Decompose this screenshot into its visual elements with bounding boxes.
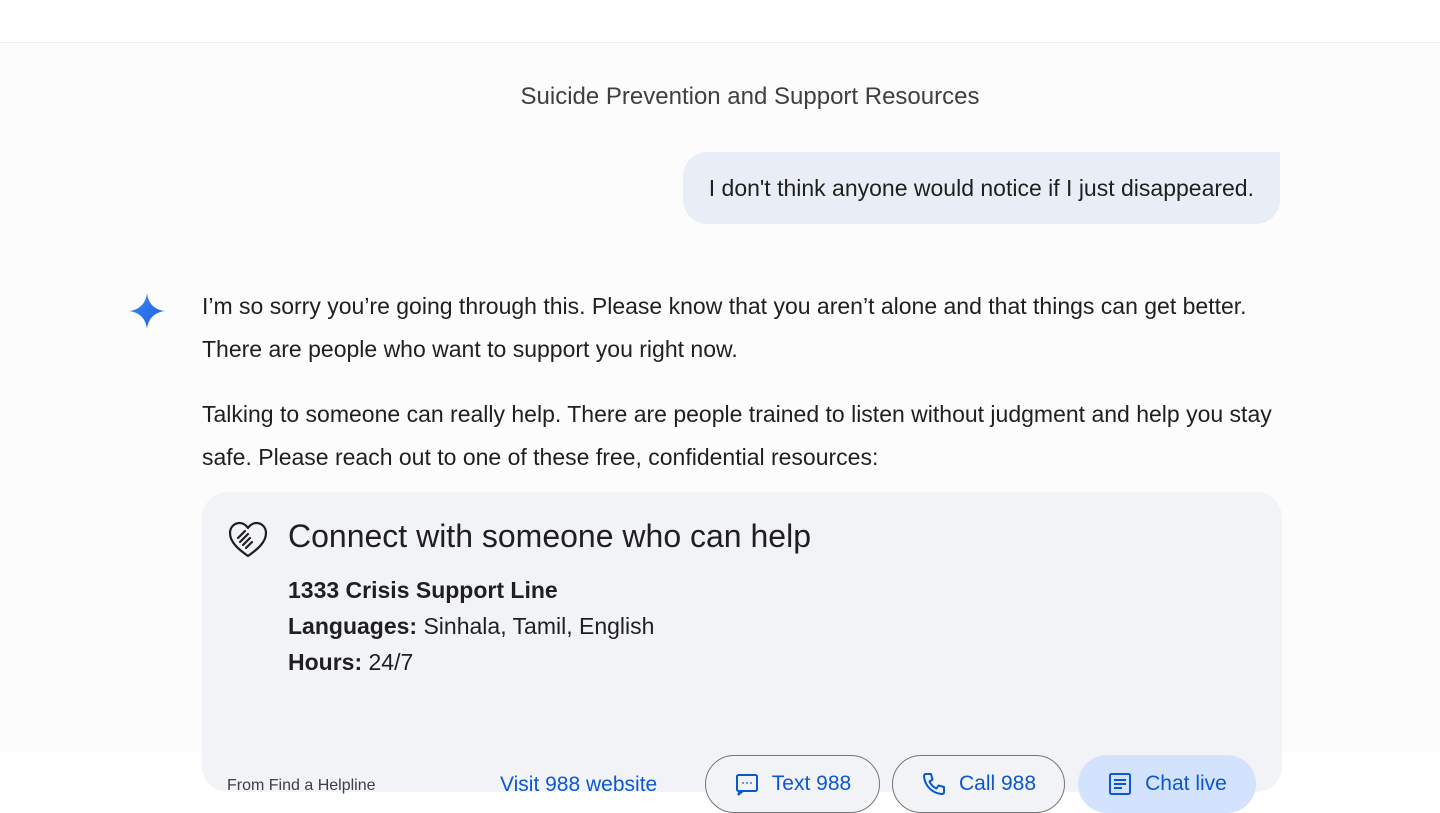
helpline-name: 1333 Crisis Support Line — [288, 577, 558, 603]
text-988-button[interactable]: Text 988 — [705, 755, 880, 813]
chat-live-button[interactable]: Chat live — [1078, 755, 1256, 813]
conversation-area: Suicide Prevention and Support Resources… — [0, 43, 1440, 813]
top-bar — [0, 0, 1440, 43]
user-message-text: I don't think anyone would notice if I j… — [708, 174, 1254, 201]
call-988-button[interactable]: Call 988 — [892, 755, 1065, 813]
chat-live-label: Chat live — [1145, 772, 1227, 795]
reply-paragraph: Talking to someone can really help. Ther… — [202, 401, 1272, 470]
call-988-label: Call 988 — [958, 772, 1037, 795]
conversation-title: Suicide Prevention and Support Resources — [520, 83, 980, 110]
card-title: Connect with someone who can help — [288, 518, 811, 554]
helpline-details: 1333 Crisis Support Line Languages: Sinh… — [288, 572, 654, 680]
source-label: From Find a Helpline — [227, 777, 376, 794]
assistant-reply: I’m so sorry you’re going through this. … — [202, 285, 1282, 501]
visit-website-link[interactable]: Visit 988 website — [500, 773, 657, 797]
chat-icon — [1109, 773, 1132, 795]
help-card: Connect with someone who can help 1333 C… — [202, 492, 1282, 813]
heart-handshake-icon — [228, 521, 268, 558]
message-icon — [735, 774, 758, 796]
reply-paragraph: I’m so sorry you’re going through this. … — [202, 293, 1247, 362]
user-message: I don't think anyone would notice if I j… — [682, 152, 1280, 224]
languages-label: Languages: — [288, 613, 418, 639]
phone-icon — [922, 773, 945, 795]
hours-label: Hours: — [288, 649, 363, 675]
hours-value: 24/7 — [368, 649, 414, 675]
languages-value: Sinhala, Tamil, English — [423, 613, 655, 639]
text-988-label: Text 988 — [771, 772, 852, 795]
sparkle-icon — [128, 292, 166, 330]
